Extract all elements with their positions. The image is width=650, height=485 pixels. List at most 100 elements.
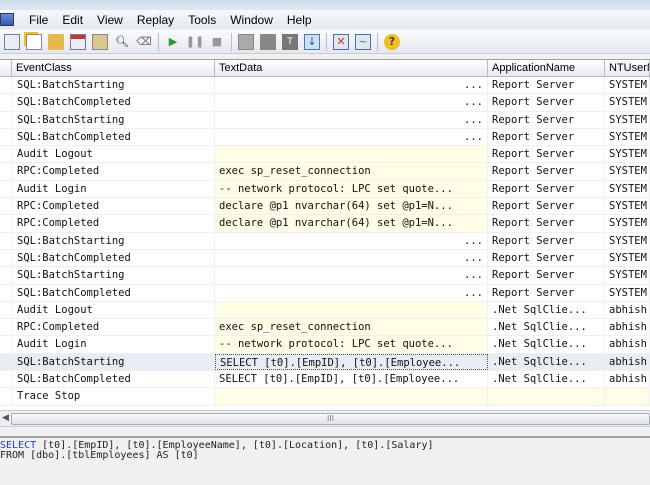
replay-icon[interactable]: ✕ (333, 33, 349, 50)
column-header-eventclass[interactable]: EventClass (12, 60, 215, 76)
cell-applicationname (488, 388, 605, 405)
menu-bar: File Edit View Replay Tools Window Help (0, 10, 650, 29)
column-header-applicationname[interactable]: ApplicationName (488, 60, 605, 76)
cell-ntusername: abhish (605, 319, 650, 336)
table-row[interactable]: Audit Login -- network protocol: LPC set … (0, 336, 650, 354)
row-selector[interactable] (0, 249, 12, 267)
row-selector[interactable] (0, 128, 12, 146)
table-row[interactable]: SQL:BatchCompleted... Report Server SYSTEM (0, 249, 650, 268)
table-row[interactable]: SQL:BatchStarting SELECT [t0].[EmpID], [t… (0, 353, 650, 372)
cell-textdata: ... (215, 111, 488, 128)
cell-applicationname: Report Server (488, 215, 605, 232)
scrollbar-thumb[interactable]: III (11, 413, 650, 425)
open-icon[interactable] (48, 33, 64, 50)
row-selector[interactable] (0, 301, 12, 319)
properties-icon[interactable] (70, 33, 86, 50)
row-selector[interactable] (0, 146, 12, 163)
menu-window[interactable]: Window (223, 13, 280, 27)
table-row[interactable]: SQL:BatchCompleted... Report Server SYSTEM (0, 128, 650, 147)
cell-textdata: -- network protocol: LPC set quote... (215, 336, 488, 353)
new-file-icon[interactable] (26, 33, 42, 50)
row-selector[interactable] (0, 353, 12, 371)
table-row[interactable]: RPC:Completed declare @p1 nvarchar(64) se… (0, 215, 650, 233)
row-selector[interactable] (0, 163, 12, 180)
row-selector[interactable] (0, 267, 12, 284)
cell-ntusername: SYSTEM (605, 198, 650, 215)
perfmon-icon[interactable]: ~ (355, 33, 371, 50)
row-selector[interactable] (0, 284, 12, 301)
row-selector[interactable] (0, 180, 12, 198)
cell-eventclass: RPC:Completed (12, 198, 215, 215)
table-row[interactable]: SQL:BatchCompleted... Report Server SYSTEM (0, 284, 650, 302)
help-icon[interactable]: ? (384, 33, 400, 50)
table-row[interactable]: SQL:BatchCompleted SELECT [t0].[EmpID], [… (0, 371, 650, 389)
detail-line-2: FROM [dbo].[tblEmployees] AS [t0] (0, 450, 199, 461)
new-trace-icon[interactable] (4, 33, 20, 50)
table-row[interactable]: Trace Stop (0, 388, 650, 406)
cascade-icon[interactable] (238, 33, 254, 50)
cell-textdata: ... (215, 94, 488, 111)
cell-textdata: ... (215, 77, 488, 94)
menu-replay[interactable]: Replay (130, 13, 181, 27)
separator (377, 32, 378, 51)
cell-ntusername: SYSTEM (605, 180, 650, 198)
row-selector[interactable] (0, 232, 12, 249)
menu-tools[interactable]: Tools (181, 13, 223, 27)
cell-textdata: SELECT [t0].[EmpID], [t0].[Employee... (215, 353, 488, 371)
column-header-textdata[interactable]: TextData (215, 60, 488, 76)
menu-help[interactable]: Help (280, 13, 319, 27)
find-icon[interactable]: 🔍︎ (114, 34, 130, 50)
cell-eventclass: RPC:Completed (12, 319, 215, 336)
table-row[interactable]: SQL:BatchStarting... Report Server SYSTEM (0, 232, 650, 250)
autoscroll-icon[interactable]: ↓ (304, 33, 320, 50)
cell-ntusername: SYSTEM (605, 163, 650, 180)
row-selector[interactable] (0, 77, 12, 94)
text-detail-pane[interactable]: SELECT [t0].[EmpID], [t0].[EmployeeName]… (0, 436, 650, 485)
cell-applicationname: Report Server (488, 180, 605, 198)
run-icon[interactable]: ▶ (165, 34, 181, 50)
scroll-left-icon[interactable]: ◀ (2, 413, 9, 423)
clear-icon[interactable]: ⌫ (136, 34, 152, 50)
row-selector[interactable] (0, 111, 12, 128)
row-selector[interactable] (0, 94, 12, 111)
pause-icon[interactable]: ❚❚ (186, 34, 204, 50)
table-row[interactable]: Audit Login -- network protocol: LPC set … (0, 180, 650, 199)
menu-edit[interactable]: Edit (55, 13, 90, 27)
cell-eventclass: RPC:Completed (12, 215, 215, 232)
table-row[interactable]: SQL:BatchCompleted... Report Server SYSTEM (0, 94, 650, 112)
table-row[interactable]: RPC:Completed exec sp_reset_connection Rep… (0, 163, 650, 181)
cell-textdata: ... (215, 284, 488, 301)
cell-eventclass: Audit Logout (12, 301, 215, 319)
cell-applicationname: .Net SqlClie... (488, 353, 605, 371)
stop-icon[interactable]: ■ (209, 34, 225, 50)
cell-textdata: ... (215, 267, 488, 284)
horizontal-scrollbar[interactable]: ◀ III (0, 410, 650, 427)
table-row[interactable]: RPC:Completed declare @p1 nvarchar(64) se… (0, 198, 650, 216)
cell-ntusername: SYSTEM (605, 146, 650, 163)
row-selector[interactable] (0, 215, 12, 232)
row-selector[interactable] (0, 319, 12, 336)
column-header-ntusername[interactable]: NTUserName (605, 60, 650, 76)
columns-icon[interactable] (260, 33, 276, 50)
table-row[interactable]: Audit Logout .Net SqlClie... abhish (0, 301, 650, 320)
template-icon[interactable] (92, 33, 108, 50)
row-selector[interactable] (0, 371, 12, 388)
cell-applicationname: Report Server (488, 111, 605, 128)
row-selector[interactable] (0, 336, 12, 353)
cell-ntusername: abhish (605, 353, 650, 371)
menu-view[interactable]: View (90, 13, 130, 27)
text-icon[interactable]: T (282, 33, 298, 50)
table-row[interactable]: SQL:BatchStarting... Report Server SYSTEM (0, 77, 650, 95)
menu-file[interactable]: File (22, 13, 55, 27)
table-row[interactable]: RPC:Completed exec sp_reset_connection .Ne… (0, 319, 650, 337)
row-selector[interactable] (0, 198, 12, 215)
cell-ntusername (605, 388, 650, 405)
cell-applicationname: Report Server (488, 198, 605, 215)
table-row[interactable]: SQL:BatchStarting... Report Server SYSTEM (0, 111, 650, 129)
cell-eventclass: SQL:BatchCompleted (12, 284, 215, 301)
cell-applicationname: Report Server (488, 267, 605, 284)
cell-textdata: exec sp_reset_connection (215, 319, 488, 336)
table-row[interactable]: Audit Logout Report Server SYSTEM (0, 146, 650, 164)
row-selector[interactable] (0, 388, 12, 405)
table-row[interactable]: SQL:BatchStarting... Report Server SYSTEM (0, 267, 650, 285)
